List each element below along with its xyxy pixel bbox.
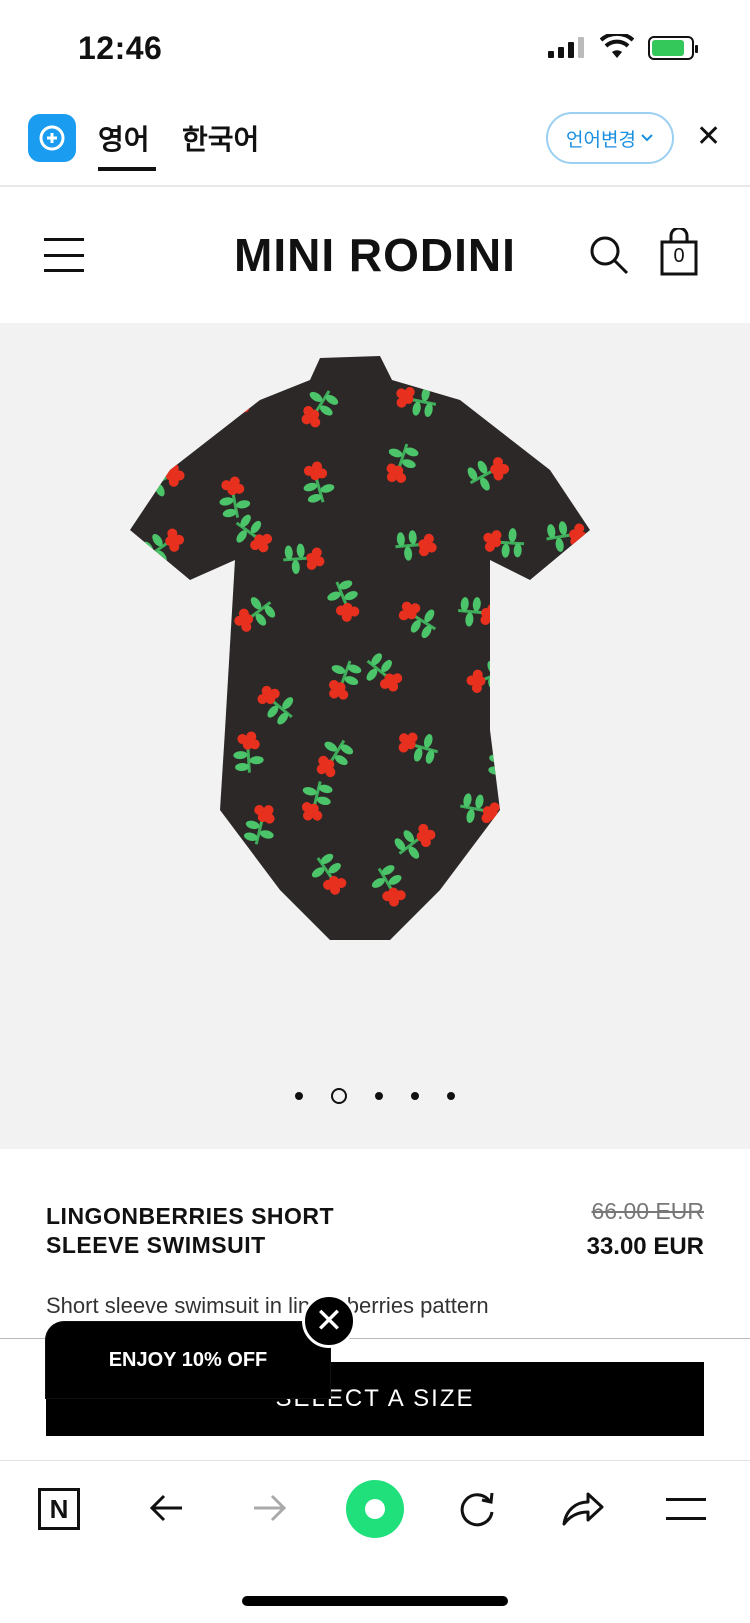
berry-sprig (450, 873, 482, 915)
gallery-dot[interactable] (331, 1088, 347, 1104)
forward-arrow-icon[interactable] (250, 1488, 290, 1528)
naver-home-button[interactable]: N (38, 1488, 80, 1530)
gallery-dot[interactable] (447, 1092, 455, 1100)
sale-price: 33.00 EUR (586, 1233, 704, 1260)
translator-app-icon[interactable] (28, 114, 76, 162)
berry-sprig (544, 741, 586, 773)
gallery-dot[interactable] (375, 1092, 383, 1100)
divider (0, 1460, 750, 1461)
brand-logo[interactable]: MINI RODINI (0, 228, 750, 282)
active-tab-underline (98, 167, 156, 171)
wifi-icon (600, 34, 634, 58)
back-arrow-icon[interactable] (146, 1488, 186, 1528)
gallery-dot[interactable] (411, 1092, 419, 1100)
refresh-icon[interactable] (456, 1488, 498, 1530)
berry-sprig (531, 610, 572, 647)
cart-button[interactable]: 0 (660, 226, 698, 276)
gallery-pagination[interactable] (0, 1088, 750, 1104)
berry-sprig (149, 877, 189, 909)
home-indicator (242, 1596, 508, 1606)
berry-sprig (481, 362, 512, 404)
berry-sprig (142, 395, 182, 432)
berry-sprig (544, 785, 581, 824)
battery-icon (648, 36, 698, 60)
status-time: 12:46 (78, 30, 163, 66)
tab-korean[interactable]: 한국어 (182, 118, 259, 158)
change-language-button[interactable]: 언어변경 (546, 112, 674, 164)
cart-count: 0 (673, 245, 685, 267)
berry-sprig (530, 398, 572, 433)
share-icon[interactable] (560, 1488, 604, 1528)
product-title: LINGONBERRIES SHORT SLEEVE SWIMSUIT (46, 1203, 335, 1258)
berry-sprig (138, 724, 175, 762)
cellular-signal-icon (548, 36, 584, 58)
close-translate-button[interactable]: ✕ (696, 122, 721, 152)
promo-banner[interactable]: ENJOY 10% OFF (46, 1322, 330, 1398)
product-description: Short sleeve swimsuit in lingonberries p… (46, 1293, 489, 1318)
berry-sprig (147, 592, 180, 632)
divider (0, 185, 750, 187)
product-image[interactable] (130, 350, 600, 950)
berry-sprig (146, 822, 188, 854)
berry-sprig (568, 666, 590, 708)
gallery-dot[interactable] (295, 1092, 303, 1100)
original-price: 66.00 EUR (591, 1198, 704, 1224)
berry-sprig (568, 878, 590, 920)
chevron-down-icon (641, 134, 653, 142)
promo-close-button[interactable]: ✕ (302, 1294, 356, 1348)
tab-english[interactable]: 영어 (98, 118, 150, 158)
berry-sprig (559, 459, 590, 491)
berry-sprig (488, 737, 518, 778)
green-dot-button[interactable] (346, 1480, 404, 1538)
berry-sprig (149, 681, 186, 720)
more-menu-icon[interactable] (666, 1498, 706, 1520)
change-language-label: 언어변경 (566, 129, 636, 151)
search-icon[interactable] (588, 234, 630, 276)
berry-sprig (220, 873, 251, 915)
